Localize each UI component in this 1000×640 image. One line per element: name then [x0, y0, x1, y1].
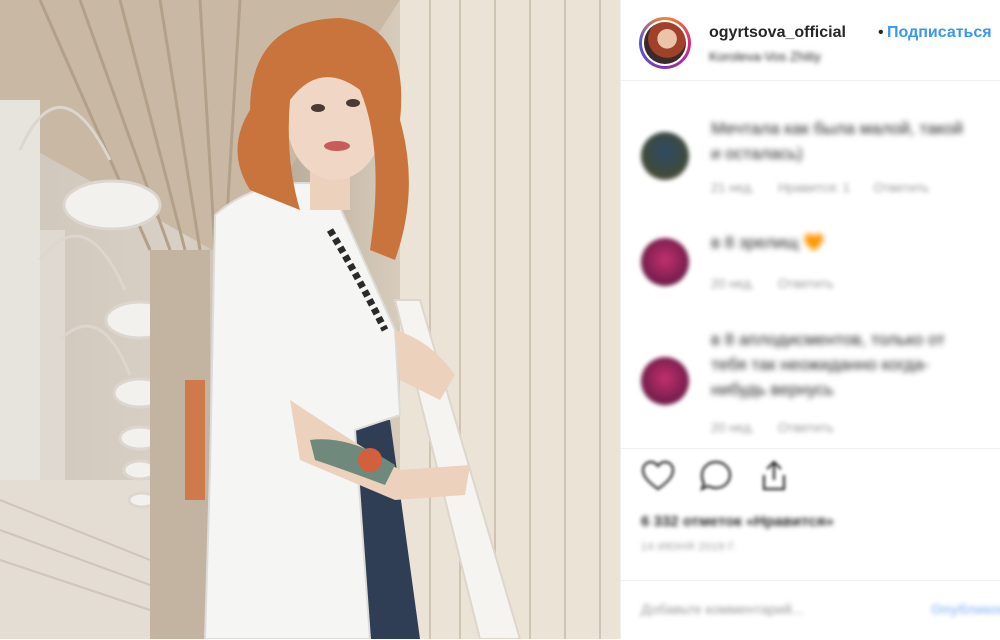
post-photo[interactable]	[0, 0, 620, 639]
comment-meta: 21 нед. Нравится: 1 Ответить	[711, 180, 949, 195]
author-avatar[interactable]	[639, 17, 691, 69]
share-icon[interactable]	[757, 459, 791, 493]
avatar-frame	[642, 20, 688, 66]
comment-icon[interactable]	[699, 459, 733, 493]
comment-input[interactable]: Добавьте комментарий...	[641, 601, 803, 617]
commenter-avatar[interactable]	[641, 238, 689, 286]
comment-text: в 8 зрелищ 🧡	[711, 233, 825, 252]
add-comment-bar: Добавьте комментарий... Опубликовать	[621, 580, 1000, 640]
reply-button[interactable]: Ответить	[778, 420, 834, 435]
likes-count[interactable]: 6 332 отметок «Нравится»	[641, 513, 834, 530]
commenter-avatar[interactable]	[641, 357, 689, 405]
post-actions: 6 332 отметок «Нравится» 14 ИЮНЯ 2019 Г.	[621, 448, 1000, 579]
post-sidebar: ogyrtsova_official • Подписаться Korolev…	[620, 0, 1000, 639]
photo-illustration	[0, 0, 620, 639]
comment-time[interactable]: 20 нед.	[711, 276, 754, 291]
reply-button[interactable]: Ответить	[873, 180, 929, 195]
commenter-avatar[interactable]	[641, 132, 689, 180]
author-username[interactable]: ogyrtsova_official	[709, 24, 846, 42]
separator-dot: •	[878, 24, 884, 41]
comment-text: Мечтала как была малой, такой и осталась…	[711, 119, 964, 163]
comment-time[interactable]: 21 нед.	[711, 180, 754, 195]
post-date: 14 ИЮНЯ 2019 Г.	[641, 541, 737, 553]
heart-icon[interactable]	[641, 459, 675, 493]
publish-button[interactable]: Опубликовать	[931, 601, 1000, 617]
comment-text: в 8 аплодисментов, только от тебя так не…	[711, 330, 945, 399]
comment-meta: 20 нед. Ответить	[711, 276, 854, 291]
post-header: ogyrtsova_official • Подписаться Korolev…	[621, 0, 1000, 81]
post-location[interactable]: Koroleva-Vos Zhitiy	[709, 49, 821, 64]
comment-likes[interactable]: Нравится: 1	[778, 180, 850, 195]
reply-button[interactable]: Ответить	[778, 276, 834, 291]
avatar-image	[644, 22, 686, 64]
comment-meta: 20 нед. Ответить	[711, 420, 854, 435]
comment-time[interactable]: 20 нед.	[711, 420, 754, 435]
follow-button[interactable]: Подписаться	[887, 24, 992, 42]
